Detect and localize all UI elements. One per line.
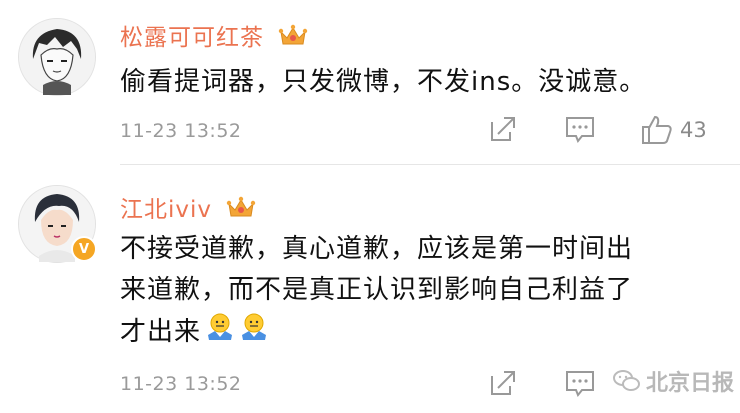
username-text[interactable]: 江北iviv (120, 197, 212, 223)
username-text[interactable]: 松露可可红茶 (120, 25, 264, 51)
share-icon (491, 117, 515, 141)
comment-text: 不接受道歉，真心道歉，应该是第一时间出 来道歉，而不是真正认识到影响自己利益了 … (120, 229, 720, 354)
comment-icon (566, 371, 594, 397)
wechat-icon (613, 370, 640, 391)
comment-line: 不接受道歉，真心道歉，应该是第一时间出 (120, 234, 634, 264)
comment-line: 才出来 (120, 311, 720, 354)
comment-item: 松露可可红茶 偷看提词器，只发微博，不发ins。没诚意。 11-23 13:52… (0, 0, 740, 165)
shrug-emoji-icon (239, 311, 269, 354)
comment-icon (566, 117, 594, 143)
anime-boy-avatar-icon (19, 19, 95, 95)
comment-line-text: 才出来 (120, 317, 202, 347)
crown-icon (278, 24, 308, 54)
verified-badge: V (71, 236, 97, 262)
share-button[interactable] (488, 114, 518, 144)
reply-button[interactable] (564, 368, 596, 398)
avatar[interactable] (18, 18, 96, 96)
like-button[interactable]: 43 (640, 114, 707, 146)
crown-icon (226, 196, 256, 226)
timestamp: 11-23 13:52 (120, 373, 242, 395)
timestamp: 11-23 13:52 (120, 120, 242, 142)
comment-text: 偷看提词器，只发微博，不发ins。没诚意。 (120, 67, 647, 97)
watermark-text: 北京日报 (646, 371, 735, 396)
username[interactable]: 江北iviv (120, 190, 256, 226)
thumbs-up-icon (642, 115, 672, 144)
watermark: 北京日报 (612, 365, 734, 397)
share-icon (491, 371, 515, 395)
reply-button[interactable] (564, 114, 596, 144)
shrug-emoji-icon (205, 311, 235, 354)
username[interactable]: 松露可可红茶 (120, 18, 308, 54)
comment-line: 来道歉，而不是真正认识到影响自己利益了 (120, 275, 634, 305)
share-button[interactable] (488, 368, 518, 398)
avatar[interactable]: V (18, 185, 97, 263)
like-count: 43 (680, 118, 707, 142)
